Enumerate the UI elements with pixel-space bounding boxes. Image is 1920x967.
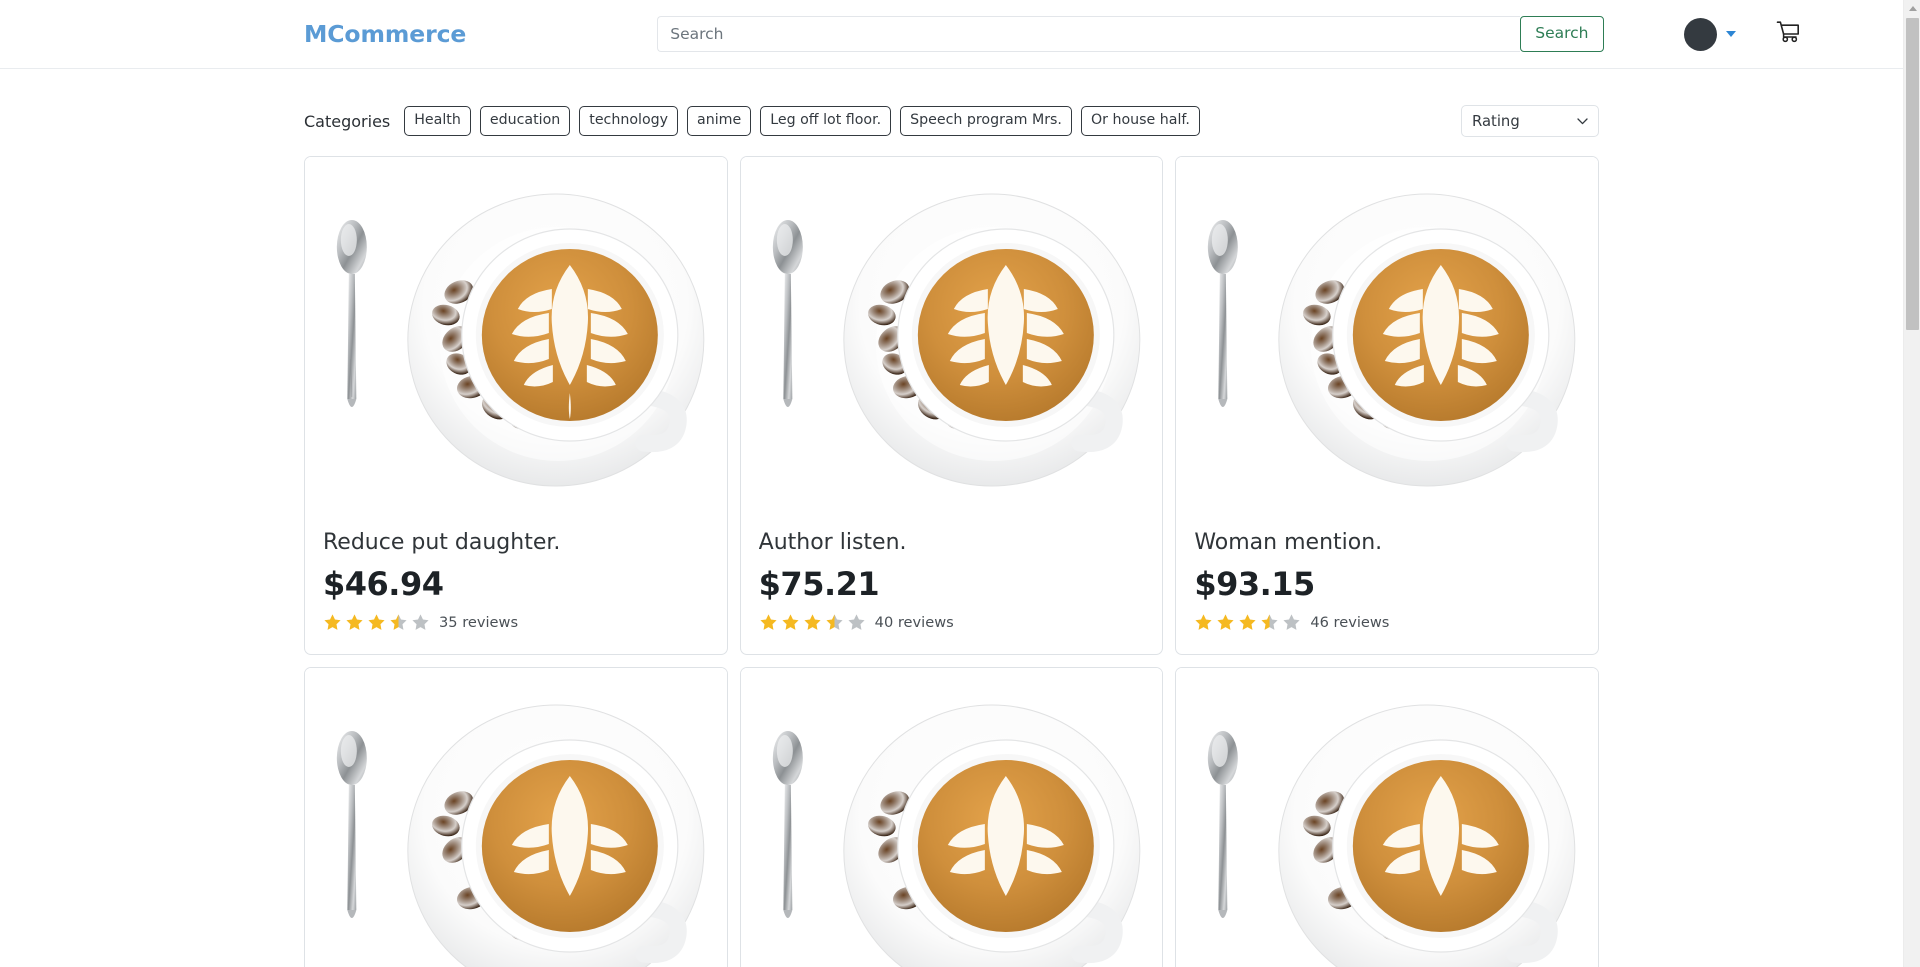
- product-image: [305, 157, 727, 515]
- product-info: Author listen. $75.21 40 reviews: [741, 515, 1163, 654]
- category-chip-5[interactable]: Leg off lot floor.: [760, 105, 892, 137]
- star-icon: [368, 614, 385, 630]
- shopping-cart-icon[interactable]: [1775, 19, 1801, 49]
- account-menu[interactable]: [1684, 17, 1736, 51]
- star-icon: [324, 614, 341, 630]
- star-icon: [804, 614, 821, 630]
- category-list: Health education technology anime Leg of…: [404, 105, 1200, 137]
- search-input[interactable]: [657, 16, 1521, 52]
- review-count: 35 reviews: [439, 614, 519, 632]
- star-rating: [759, 613, 866, 632]
- search-group: Search: [657, 16, 1604, 52]
- page-root: MCommerce Search Search Categories Healt…: [0, 0, 1903, 967]
- product-card[interactable]: [304, 667, 728, 967]
- product-title: Reduce put daughter.: [323, 530, 561, 555]
- review-count: 46 reviews: [1310, 614, 1390, 632]
- product-price: $75.21: [758, 564, 880, 603]
- product-grid: Reduce put daughter. $46.94 35 reviews A…: [304, 156, 1599, 967]
- star-icon: [1217, 614, 1234, 630]
- brand-logo[interactable]: MCommerce: [304, 20, 466, 48]
- site-header: MCommerce Search: [0, 0, 1903, 69]
- browser-viewport: MCommerce Search Search Categories Healt…: [0, 0, 1920, 967]
- star-icon: [346, 614, 363, 630]
- filter-bar: Categories Health education technology a…: [304, 69, 1599, 137]
- product-info: Woman mention. $93.15 46 reviews: [1176, 515, 1598, 654]
- star-half-icon: [826, 614, 843, 630]
- sort-control: Rating: [1461, 105, 1599, 137]
- category-chip-health[interactable]: Health: [404, 105, 471, 137]
- product-image: [1176, 668, 1598, 967]
- category-chip-7[interactable]: Or house half.: [1080, 105, 1200, 137]
- star-rating: [323, 613, 430, 632]
- star-empty-icon: [412, 614, 429, 630]
- vertical-scrollbar[interactable]: [1903, 0, 1920, 967]
- chevron-down-icon: [1726, 31, 1736, 37]
- scroll-up-button[interactable]: [1904, 0, 1920, 17]
- star-half-icon: [1261, 614, 1278, 630]
- header-actions: [1684, 17, 1853, 51]
- star-icon: [1239, 614, 1256, 630]
- triangle-up-icon: [1908, 6, 1917, 11]
- product-title: Author listen.: [758, 530, 907, 555]
- product-rating: 35 reviews: [323, 613, 709, 632]
- product-image: [305, 668, 727, 967]
- category-chip-education[interactable]: education: [479, 105, 571, 137]
- avatar: [1684, 17, 1717, 51]
- review-count: 40 reviews: [874, 614, 954, 632]
- star-icon: [760, 614, 777, 630]
- star-empty-icon: [1283, 614, 1300, 630]
- product-image: [1176, 157, 1598, 515]
- product-card[interactable]: Reduce put daughter. $46.94 35 reviews: [304, 156, 728, 656]
- product-card[interactable]: [1175, 667, 1599, 967]
- category-chip-technology[interactable]: technology: [579, 105, 679, 137]
- category-chip-6[interactable]: Speech program Mrs.: [900, 105, 1072, 137]
- product-image: [740, 668, 1163, 967]
- product-rating: 40 reviews: [759, 613, 1145, 632]
- search-button[interactable]: Search: [1520, 16, 1604, 52]
- product-image: [740, 157, 1163, 515]
- star-icon: [1195, 614, 1212, 630]
- scrollbar-thumb[interactable]: [1906, 18, 1919, 330]
- star-half-icon: [390, 614, 407, 630]
- product-card[interactable]: Woman mention. $93.15 46 reviews: [1175, 156, 1599, 656]
- product-title: Woman mention.: [1194, 530, 1383, 555]
- product-card[interactable]: [739, 667, 1164, 967]
- product-price: $46.94: [323, 564, 444, 603]
- main-content: Categories Health education technology a…: [0, 69, 1903, 967]
- category-chip-anime[interactable]: anime: [687, 105, 752, 137]
- product-info: Reduce put daughter. $46.94 35 reviews: [305, 515, 727, 654]
- star-empty-icon: [848, 614, 865, 630]
- categories-label: Categories: [304, 111, 391, 131]
- star-rating: [1194, 613, 1301, 632]
- product-price: $93.15: [1194, 564, 1315, 603]
- product-card[interactable]: Author listen. $75.21 40 reviews: [739, 156, 1164, 656]
- sort-select[interactable]: Rating: [1461, 105, 1599, 137]
- star-icon: [782, 614, 799, 630]
- product-rating: 46 reviews: [1194, 613, 1580, 632]
